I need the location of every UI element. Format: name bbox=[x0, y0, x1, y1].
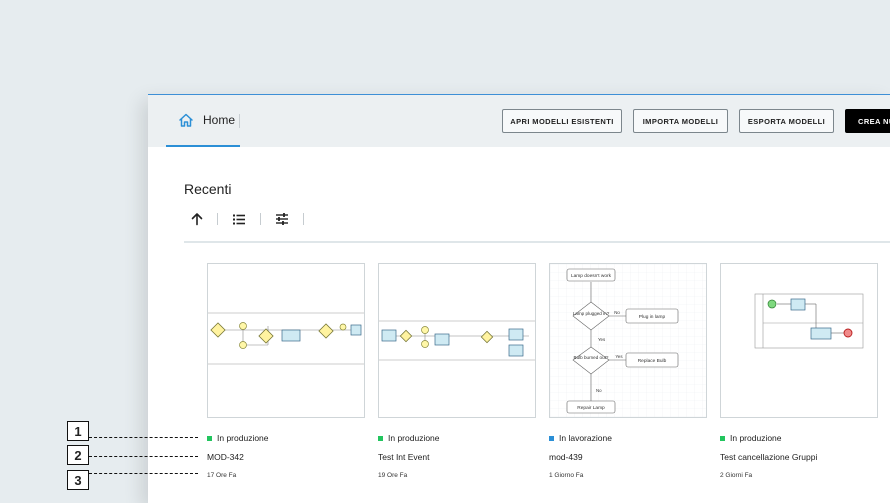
model-card-thumbnail[interactable] bbox=[207, 263, 365, 418]
card-timestamp: 2 Giorni Fa bbox=[720, 472, 753, 479]
callout-badge: 2 bbox=[67, 445, 89, 465]
model-card-thumbnail[interactable] bbox=[378, 263, 536, 418]
export-models-button[interactable]: ESPORTA MODELLI bbox=[739, 109, 834, 133]
top-bar: Home APRI MODELLI ESISTENTI IMPORTA MODE… bbox=[148, 95, 890, 147]
flowchart-action-label: Replace Bulb bbox=[638, 358, 667, 364]
flowchart-start-label: Lamp doesn't work bbox=[571, 273, 612, 279]
list-view-icon[interactable] bbox=[231, 211, 247, 227]
flowchart-branch-label: Yes bbox=[598, 337, 606, 342]
status-dot bbox=[549, 435, 554, 441]
callout-leader-line bbox=[89, 437, 198, 438]
card-status: In produzione bbox=[378, 433, 440, 443]
toolbar-separator bbox=[217, 213, 218, 225]
model-card-thumbnail[interactable] bbox=[720, 263, 878, 418]
flowchart-question-label: Lamp plugged in? bbox=[573, 311, 610, 316]
section-title: Recenti bbox=[184, 181, 232, 197]
card-status: In lavorazione bbox=[549, 433, 612, 443]
model-card-thumbnail[interactable]: Lamp doesn't work Lamp plugged in? No Pl… bbox=[549, 263, 707, 418]
callout-badge: 3 bbox=[67, 470, 89, 490]
card-timestamp: 17 Ore Fa bbox=[207, 472, 237, 479]
card-timestamp: 19 Ore Fa bbox=[378, 472, 408, 479]
flowchart-branch-label: Yes bbox=[615, 354, 623, 359]
card-status: In produzione bbox=[720, 433, 782, 443]
filter-settings-icon[interactable] bbox=[274, 211, 290, 227]
bpmn-diagram-thumbnail bbox=[208, 312, 364, 365]
card-title[interactable]: Test cancellazione Gruppi bbox=[720, 452, 817, 462]
app-window: Home APRI MODELLI ESISTENTI IMPORTA MODE… bbox=[148, 94, 890, 503]
callout-leader-line bbox=[89, 473, 198, 474]
callout-leader-line bbox=[89, 456, 198, 457]
card-timestamp: 1 Giorno Fa bbox=[549, 472, 584, 479]
create-new-model-button[interactable]: CREA NU bbox=[845, 109, 890, 133]
sort-ascending-icon[interactable] bbox=[189, 211, 205, 227]
flowchart-diagram-thumbnail: Lamp doesn't work Lamp plugged in? No Pl… bbox=[550, 264, 706, 417]
bpmn-diagram-thumbnail bbox=[379, 320, 535, 361]
callout-badge: 1 bbox=[67, 421, 89, 441]
home-tab-label: Home bbox=[203, 113, 236, 127]
card-status-label: In produzione bbox=[388, 433, 440, 443]
status-dot bbox=[378, 435, 383, 441]
card-status-label: In produzione bbox=[730, 433, 782, 443]
card-status-label: In lavorazione bbox=[559, 433, 612, 443]
flowchart-end-label: Repair Lamp bbox=[577, 405, 605, 411]
flowchart-branch-label: No bbox=[614, 310, 620, 315]
card-status-label: In produzione bbox=[217, 433, 269, 443]
flowchart-action-label: Plug in lamp bbox=[639, 314, 666, 320]
flowchart-branch-label: No bbox=[596, 388, 602, 393]
section-divider bbox=[184, 241, 890, 243]
toolbar-separator bbox=[303, 213, 304, 225]
home-icon bbox=[179, 113, 193, 127]
open-existing-models-button[interactable]: APRI MODELLI ESISTENTI bbox=[502, 109, 622, 133]
flowchart-question-label: Bulb burned out? bbox=[574, 355, 609, 360]
status-dot bbox=[207, 435, 212, 441]
toolbar-separator bbox=[260, 213, 261, 225]
bpmn-diagram-thumbnail bbox=[754, 293, 864, 349]
card-status: In produzione bbox=[207, 433, 269, 443]
card-title[interactable]: mod-439 bbox=[549, 452, 583, 462]
card-title[interactable]: MOD-342 bbox=[207, 452, 244, 462]
card-title[interactable]: Test Int Event bbox=[378, 452, 430, 462]
status-dot bbox=[720, 435, 725, 441]
tab-home[interactable]: Home bbox=[166, 95, 240, 147]
tab-separator bbox=[239, 114, 240, 128]
import-models-button[interactable]: IMPORTA MODELLI bbox=[633, 109, 728, 133]
